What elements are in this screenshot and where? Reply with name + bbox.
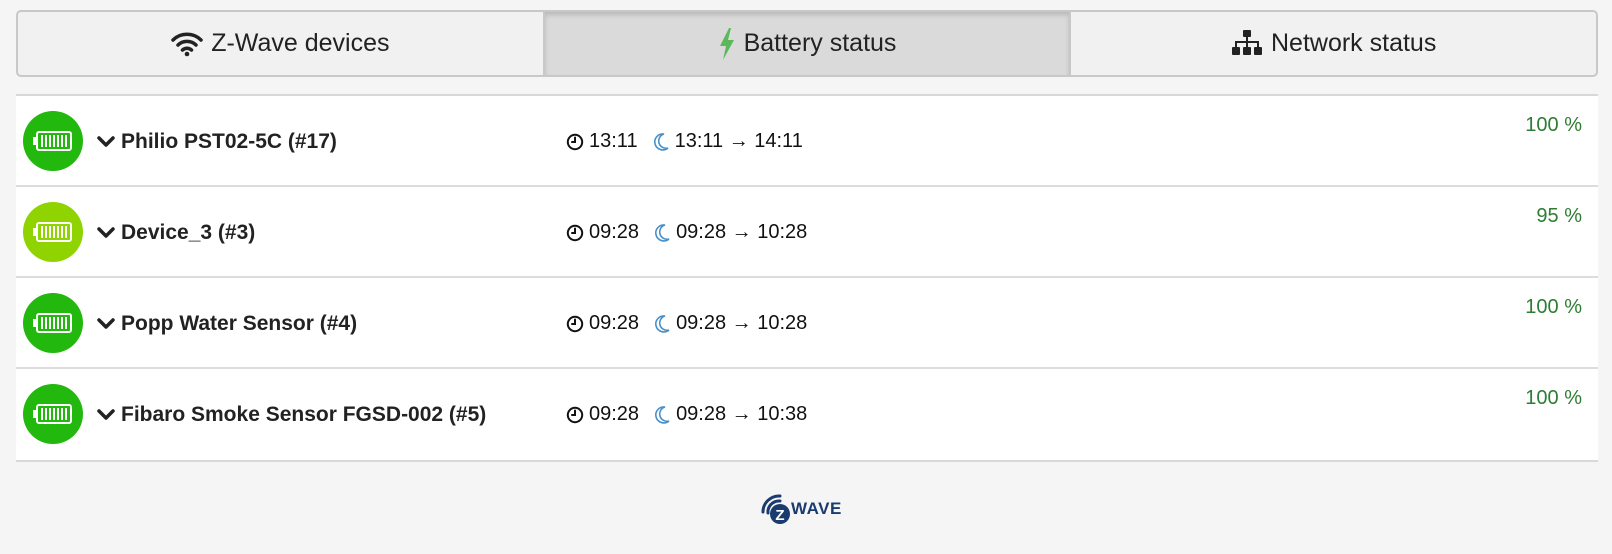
svg-text:Z: Z (775, 507, 784, 524)
device-toggle[interactable]: Device_3 (#3) (97, 187, 255, 278)
wakeup-interval: 09:28 → 10:28 (676, 312, 808, 334)
tab-label: Battery status (743, 29, 897, 57)
last-seen-time: 09:28 (589, 403, 640, 425)
zwave-logo-text: WAVE (791, 499, 842, 518)
device-row: Popp Water Sensor (#4) 09:28 09:28 → 10:… (16, 278, 1598, 369)
battery-percent: 100 % (1525, 387, 1582, 409)
last-seen-time: 09:28 (589, 221, 640, 243)
last-seen-time: 13:11 (589, 130, 638, 152)
zwave-logo-icon: Z (761, 494, 790, 524)
battery-percent: 100 % (1525, 114, 1582, 136)
tab-zwave-devices[interactable]: Z-Wave devices (18, 12, 545, 75)
device-row: Fibaro Smoke Sensor FGSD-002 (#5) 09:28 … (16, 369, 1598, 460)
device-list: Philio PST02-5C (#17) 13:11 13:11 → 14:1… (16, 94, 1598, 462)
moon-icon (653, 314, 671, 334)
zwave-logo: Z WAVE (760, 486, 860, 532)
device-times: 09:28 09:28 → 10:28 (566, 187, 807, 278)
last-seen-time: 09:28 (589, 312, 640, 334)
chevron-down-icon (97, 135, 115, 149)
chevron-down-icon (97, 317, 115, 331)
device-name: Philio PST02-5C (#17) (121, 129, 337, 153)
device-times: 09:28 09:28 → 10:28 (566, 278, 807, 369)
device-name: Device_3 (#3) (121, 220, 256, 244)
chevron-down-icon (97, 226, 115, 240)
battery-percent: 100 % (1525, 296, 1582, 318)
bolt-icon (718, 27, 736, 60)
sitemap-icon (1231, 29, 1263, 58)
device-row: Device_3 (#3) 09:28 09:28 → 10:28 95 % (16, 187, 1598, 278)
moon-icon (652, 132, 670, 152)
clock-icon (566, 315, 584, 333)
battery-icon (23, 293, 83, 353)
clock-icon (566, 224, 584, 242)
wakeup-interval: 13:11 → 14:11 (674, 130, 803, 152)
clock-icon (566, 406, 584, 424)
device-name: Fibaro Smoke Sensor FGSD-002 (#5) (121, 402, 487, 426)
moon-icon (653, 223, 671, 243)
device-times: 09:28 09:28 → 10:38 (566, 369, 807, 460)
device-toggle[interactable]: Popp Water Sensor (#4) (97, 278, 357, 369)
battery-percent: 95 % (1536, 205, 1582, 227)
battery-icon (23, 384, 83, 444)
device-toggle[interactable]: Fibaro Smoke Sensor FGSD-002 (#5) (97, 369, 486, 460)
device-row: Philio PST02-5C (#17) 13:11 13:11 → 14:1… (16, 96, 1598, 187)
clock-icon (566, 133, 584, 151)
chevron-down-icon (97, 408, 115, 422)
device-name: Popp Water Sensor (#4) (121, 311, 358, 335)
tab-bar: Z-Wave devices Battery status Network st… (16, 10, 1598, 77)
tab-battery-status[interactable]: Battery status (544, 12, 1072, 75)
device-times: 13:11 13:11 → 14:11 (566, 96, 803, 187)
wakeup-interval: 09:28 → 10:28 (676, 221, 808, 243)
device-toggle[interactable]: Philio PST02-5C (#17) (97, 96, 337, 187)
tab-network-status[interactable]: Network status (1071, 12, 1596, 75)
wakeup-interval: 09:28 → 10:38 (676, 403, 808, 425)
tab-label: Network status (1271, 29, 1437, 57)
battery-icon (23, 111, 83, 171)
tab-label: Z-Wave devices (211, 29, 390, 57)
battery-icon (23, 202, 83, 262)
wifi-icon (171, 31, 203, 57)
moon-icon (653, 405, 671, 425)
